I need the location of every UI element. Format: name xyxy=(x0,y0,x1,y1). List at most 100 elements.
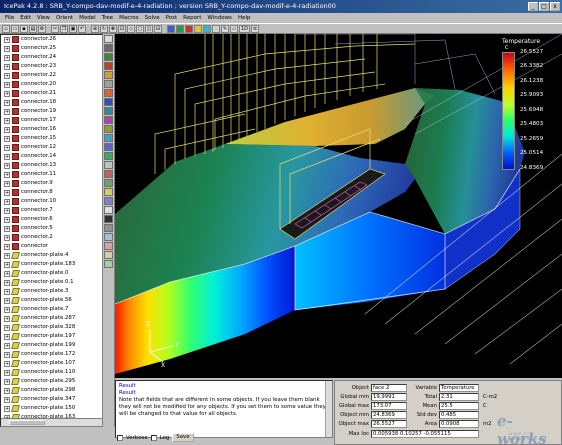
expand-icon[interactable]: + xyxy=(4,324,10,331)
expand-icon[interactable]: + xyxy=(4,90,10,97)
save-icon[interactable]: ▪ xyxy=(20,24,28,33)
menu-orient[interactable]: Orient xyxy=(53,13,76,23)
tree-item[interactable]: + connector.10 xyxy=(1,197,102,206)
tree-item[interactable]: + connector.18 xyxy=(1,98,102,107)
expand-icon[interactable]: + xyxy=(4,306,10,313)
expand-icon[interactable]: + xyxy=(4,117,10,124)
new-file-icon[interactable]: ▫ xyxy=(2,24,10,33)
ducts-icon[interactable] xyxy=(104,188,113,196)
minimize-button[interactable]: _ xyxy=(528,2,538,11)
plane-icon[interactable]: ▱ xyxy=(230,24,238,33)
expand-icon[interactable]: + xyxy=(4,315,10,322)
fan-icon[interactable] xyxy=(104,143,113,151)
tree-item[interactable]: + connector-plate.172 xyxy=(1,350,102,359)
menu-edit[interactable]: Edit xyxy=(17,13,34,23)
scrollbar-thumb[interactable] xyxy=(9,420,45,425)
save-button[interactable]: Save xyxy=(172,433,194,442)
blower-icon[interactable] xyxy=(104,152,113,160)
snap-icon[interactable] xyxy=(104,251,113,259)
expand-icon[interactable]: + xyxy=(4,99,10,106)
probe-icon[interactable]: ✎ xyxy=(221,24,229,33)
tree-item[interactable]: + connector-plate.3 xyxy=(1,287,102,296)
expand-icon[interactable]: + xyxy=(4,54,10,61)
expand-icon[interactable]: + xyxy=(4,234,10,241)
solve-icon[interactable] xyxy=(185,24,193,33)
verbose-checkbox[interactable] xyxy=(117,434,123,441)
tree-item[interactable]: + connector-plate.0.1 xyxy=(1,278,102,287)
tree-item[interactable]: + connector-plate.0 xyxy=(1,269,102,278)
tree-item[interactable]: + connector-plate.110 xyxy=(1,368,102,377)
tree-item[interactable]: + connector.17 xyxy=(1,116,102,125)
expand-icon[interactable]: + xyxy=(4,243,10,250)
align-icon[interactable] xyxy=(104,233,113,241)
expand-icon[interactable]: + xyxy=(4,153,10,160)
expand-icon[interactable]: + xyxy=(4,405,10,412)
menu-report[interactable]: Report xyxy=(180,13,204,23)
block-icon[interactable] xyxy=(104,134,113,142)
one-d-button[interactable]: 1D xyxy=(239,24,250,33)
tree-item[interactable]: + connector.24 xyxy=(1,53,102,62)
tree-item[interactable]: + connector-plate.287 xyxy=(1,314,102,323)
tree-item[interactable]: + connector.26 xyxy=(1,35,102,44)
expand-icon[interactable]: + xyxy=(4,72,10,79)
tree-item[interactable]: + connector.19 xyxy=(1,107,102,116)
tree-item[interactable]: + connector.12 xyxy=(1,143,102,152)
expand-icon[interactable]: + xyxy=(4,198,10,205)
expand-icon[interactable]: + xyxy=(4,270,10,277)
expand-icon[interactable]: + xyxy=(4,162,10,169)
expand-icon[interactable]: + xyxy=(4,279,10,286)
tree-item[interactable]: + connector-plate.56 xyxy=(1,296,102,305)
tree-item[interactable]: + connector-plate.150 xyxy=(1,404,102,413)
expand-icon[interactable]: + xyxy=(4,36,10,43)
tree-item[interactable]: + connector.11 xyxy=(1,170,102,179)
menu-view[interactable]: View xyxy=(34,13,53,23)
tree-item[interactable]: + connector.15 xyxy=(1,134,102,143)
expand-icon[interactable]: + xyxy=(4,180,10,187)
tree-item[interactable]: + connector-plate.328 xyxy=(1,323,102,332)
menu-solve[interactable]: Solve xyxy=(142,13,163,23)
tree-item[interactable]: + connector.5 xyxy=(1,224,102,233)
morph-icon[interactable] xyxy=(104,242,113,250)
expand-icon[interactable]: + xyxy=(4,297,10,304)
opening-icon[interactable] xyxy=(104,71,113,79)
vector-icon[interactable] xyxy=(203,24,211,33)
heat-sink-icon[interactable] xyxy=(104,170,113,178)
delete-icon[interactable] xyxy=(104,215,113,223)
expand-icon[interactable]: + xyxy=(4,369,10,376)
tree-item[interactable]: + connector.23 xyxy=(1,62,102,71)
expand-icon[interactable]: + xyxy=(4,387,10,394)
tree-item[interactable]: + connector.7 xyxy=(1,206,102,215)
contour-icon[interactable] xyxy=(194,24,202,33)
report-icon[interactable]: ≡ xyxy=(251,24,259,33)
expand-icon[interactable]: + xyxy=(4,378,10,385)
tree-item[interactable]: + connector.2 xyxy=(1,233,102,242)
expand-icon[interactable]: + xyxy=(4,396,10,403)
tree-item[interactable]: + connector-plate.199 xyxy=(1,341,102,350)
tree-item[interactable]: + connector.9 xyxy=(1,179,102,188)
expand-icon[interactable]: + xyxy=(4,45,10,52)
top-view-icon[interactable]: ⊟ xyxy=(154,24,162,33)
expand-icon[interactable]: + xyxy=(4,342,10,349)
menu-post[interactable]: Post xyxy=(163,13,181,23)
object-field[interactable]: face 2 xyxy=(371,384,407,392)
tree-item[interactable]: + connector.25 xyxy=(1,44,102,53)
3d-viewport[interactable]: Temperature C 26.5527 26.3382 26.1238 25… xyxy=(115,34,562,378)
menu-model[interactable]: Model xyxy=(76,13,99,23)
expand-icon[interactable]: + xyxy=(4,351,10,358)
menu-help[interactable]: Help xyxy=(235,13,254,23)
copy-object-icon[interactable] xyxy=(104,224,113,232)
mesh-icon[interactable] xyxy=(176,24,184,33)
iso-view-icon[interactable]: ◇ xyxy=(127,24,135,33)
expand-icon[interactable]: + xyxy=(4,81,10,88)
printed-circuit-board-icon[interactable] xyxy=(104,98,113,106)
expand-icon[interactable]: + xyxy=(4,252,10,259)
tree-item[interactable]: + connector-plate.7 xyxy=(1,305,102,314)
tree-item[interactable]: + connector-plate.347 xyxy=(1,395,102,404)
expand-icon[interactable]: + xyxy=(4,333,10,340)
package-icon[interactable] xyxy=(104,179,113,187)
tree-item[interactable]: + connector-plate.295 xyxy=(1,377,102,386)
expand-icon[interactable]: + xyxy=(4,216,10,223)
tree-horizontal-scrollbar[interactable] xyxy=(1,418,102,426)
settings-icon[interactable]: ⚙ xyxy=(38,24,46,33)
fit-icon[interactable]: ⊡ xyxy=(118,24,126,33)
